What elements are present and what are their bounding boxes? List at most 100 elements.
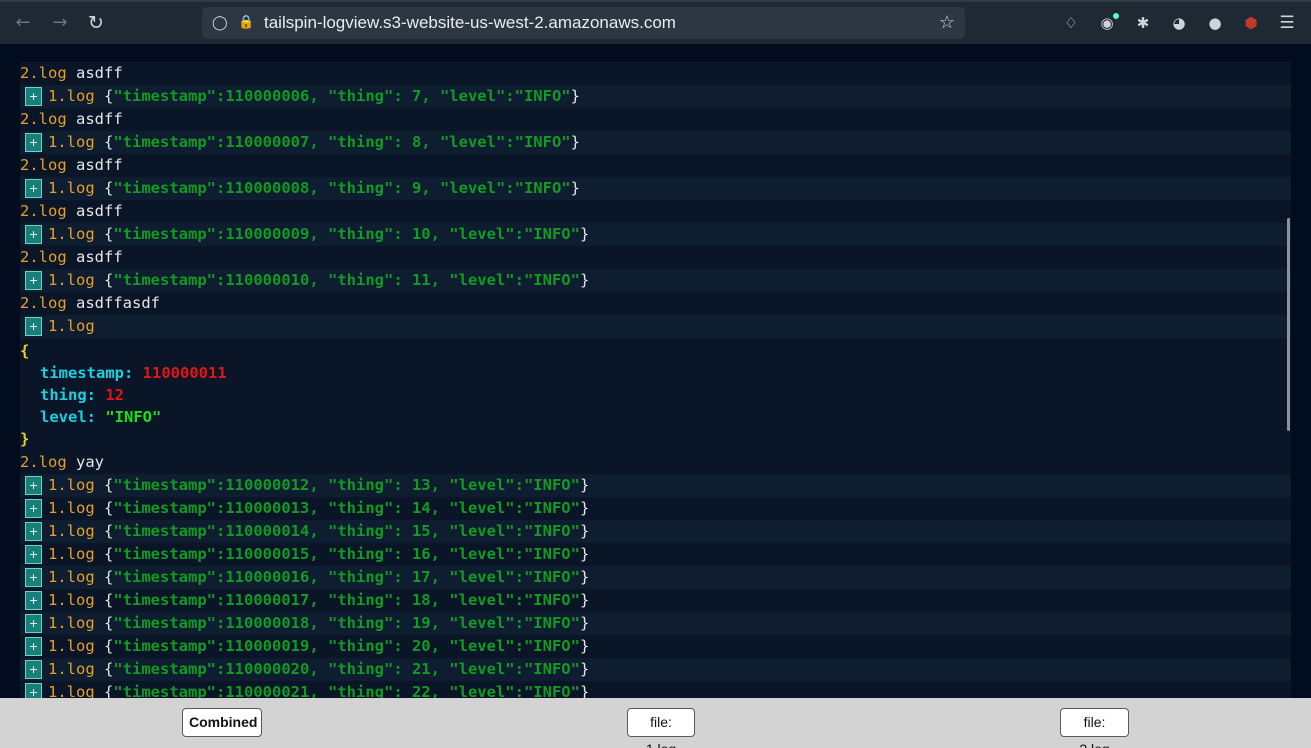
scrollbar[interactable]: [1287, 218, 1290, 431]
log-line[interactable]: 2.log asdff: [20, 246, 1291, 269]
file-2-log-tab-button[interactable]: file: 2.log: [1060, 708, 1129, 748]
url-text[interactable]: tailspin-logview.s3-website-us-west-2.am…: [264, 13, 676, 33]
menu-icon[interactable]: ☰: [1277, 13, 1297, 33]
log-file-name: 1.log: [48, 545, 95, 563]
expand-button[interactable]: +: [25, 637, 42, 656]
json-close-brace: }: [570, 133, 580, 151]
log-line[interactable]: +1.log {"timestamp":110000018, "thing": …: [20, 612, 1291, 635]
extension-icon[interactable]: ●: [1205, 13, 1225, 33]
log-file-name: 2.log: [20, 110, 67, 128]
log-line[interactable]: +1.log {"timestamp":110000010, "thing": …: [20, 269, 1291, 292]
log-line[interactable]: +1.log {"timestamp":110000006, "thing": …: [20, 85, 1291, 108]
log-line[interactable]: 2.log asdff: [20, 108, 1291, 131]
expand-button[interactable]: +: [25, 568, 42, 587]
log-line[interactable]: +1.log {"timestamp":110000016, "thing": …: [20, 566, 1291, 589]
json-close-brace: }: [579, 614, 590, 632]
log-file-name: 2.log: [20, 202, 67, 220]
json-close-brace: }: [20, 430, 30, 448]
expand-button[interactable]: +: [25, 683, 42, 698]
log-line[interactable]: 2.log asdffasdf: [20, 292, 1291, 315]
json-open-brace: {: [104, 87, 114, 105]
log-line[interactable]: +1.log {"timestamp":110000015, "thing": …: [20, 543, 1291, 566]
log-file-name: 1.log: [48, 317, 95, 335]
expand-button[interactable]: +: [25, 499, 42, 518]
log-list[interactable]: 2.log asdff +1.log {"timestamp":110000006…: [20, 62, 1291, 698]
shield-icon[interactable]: ◯: [212, 14, 228, 32]
expand-button[interactable]: +: [25, 317, 42, 336]
log-line[interactable]: +1.log: [20, 315, 1291, 338]
forward-arrow-icon[interactable]: →: [49, 12, 71, 34]
lock-icon[interactable]: 🔒: [238, 14, 254, 32]
log-line[interactable]: 2.log asdff: [20, 154, 1291, 177]
json-value: 12: [105, 386, 125, 404]
json-open-brace: {: [104, 637, 114, 655]
address-bar[interactable]: ◯ 🔒 tailspin-logview.s3-website-us-west-…: [202, 7, 965, 39]
json-close-brace: }: [579, 545, 590, 563]
expand-button[interactable]: +: [25, 476, 42, 495]
json-value: "INFO": [105, 408, 162, 426]
json-open-brace: {: [104, 225, 114, 243]
log-message: asdff: [76, 156, 123, 174]
log-line[interactable]: +1.log {"timestamp":110000021, "thing": …: [20, 681, 1291, 698]
log-line[interactable]: 2.log yay: [20, 451, 1291, 474]
log-line[interactable]: +1.log {"timestamp":110000019, "thing": …: [20, 635, 1291, 658]
log-file-name: 2.log: [20, 294, 67, 312]
json-close-brace: }: [579, 225, 590, 243]
extension-icon[interactable]: ◕: [1169, 13, 1189, 33]
log-file-name: 1.log: [48, 476, 95, 494]
log-line[interactable]: 2.log asdff: [20, 200, 1291, 223]
log-line[interactable]: +1.log {"timestamp":110000014, "thing": …: [20, 520, 1291, 543]
expand-button[interactable]: +: [25, 225, 42, 244]
log-line[interactable]: +1.log {"timestamp":110000008, "thing": …: [20, 177, 1291, 200]
log-file-name: 2.log: [20, 156, 67, 174]
log-file-name: 1.log: [48, 225, 95, 243]
pocket-icon[interactable]: ♢: [1061, 13, 1081, 33]
json-close-brace: }: [570, 87, 580, 105]
log-line[interactable]: +1.log {"timestamp":110000020, "thing": …: [20, 658, 1291, 681]
log-line[interactable]: +1.log {"timestamp":110000013, "thing": …: [20, 497, 1291, 520]
json-field: level: "INFO": [20, 406, 1291, 428]
bookmark-star-icon[interactable]: ☆: [937, 12, 957, 34]
log-file-name: 1.log: [48, 591, 95, 609]
json-close-brace: }: [570, 179, 580, 197]
log-json-content: "timestamp":110000020, "thing": 21, "lev…: [113, 660, 580, 678]
combined-tab-button[interactable]: Combined: [182, 708, 262, 737]
log-file-name: 1.log: [48, 133, 95, 151]
log-file-name: 1.log: [48, 683, 95, 698]
file-1-log-tab-button[interactable]: file: 1.log: [627, 708, 695, 748]
json-open-brace: {: [104, 660, 114, 678]
log-line[interactable]: 2.log asdff: [20, 62, 1291, 85]
json-close-brace: }: [579, 637, 590, 655]
json-open-brace: {: [104, 614, 114, 632]
ublock-icon[interactable]: ⬢: [1241, 13, 1261, 33]
expand-button[interactable]: +: [25, 545, 42, 564]
reload-icon[interactable]: ↻: [85, 12, 107, 34]
json-close-brace: }: [579, 591, 590, 609]
log-viewport: 2.log asdff +1.log {"timestamp":110000006…: [0, 44, 1311, 698]
expand-button[interactable]: +: [25, 271, 42, 290]
expand-button[interactable]: +: [25, 614, 42, 633]
log-line[interactable]: +1.log {"timestamp":110000009, "thing": …: [20, 223, 1291, 246]
json-open-brace: {: [104, 683, 114, 698]
expand-button[interactable]: +: [25, 133, 42, 152]
expand-button[interactable]: +: [25, 660, 42, 679]
log-file-name: 1.log: [48, 614, 95, 632]
expand-button[interactable]: +: [25, 522, 42, 541]
log-file-name: 1.log: [48, 637, 95, 655]
log-json-content: "timestamp":110000015, "thing": 16, "lev…: [113, 545, 580, 563]
json-open-brace: {: [104, 133, 114, 151]
log-line[interactable]: +1.log {"timestamp":110000017, "thing": …: [20, 589, 1291, 612]
log-message: asdff: [76, 248, 123, 266]
expand-button[interactable]: +: [25, 179, 42, 198]
expand-button[interactable]: +: [25, 87, 42, 106]
log-file-name: 1.log: [48, 568, 95, 586]
extensions-icon[interactable]: ✱: [1133, 13, 1153, 33]
log-line[interactable]: +1.log {"timestamp":110000007, "thing": …: [20, 131, 1291, 154]
log-json-content: "timestamp":110000007, "thing": 8, "leve…: [113, 133, 571, 151]
json-key: timestamp:: [40, 364, 134, 382]
log-json-content: "timestamp":110000021, "thing": 22, "lev…: [113, 683, 580, 698]
json-open-brace: {: [104, 545, 114, 563]
log-line[interactable]: +1.log {"timestamp":110000012, "thing": …: [20, 474, 1291, 497]
back-arrow-icon[interactable]: ←: [12, 12, 34, 34]
expand-button[interactable]: +: [25, 591, 42, 610]
